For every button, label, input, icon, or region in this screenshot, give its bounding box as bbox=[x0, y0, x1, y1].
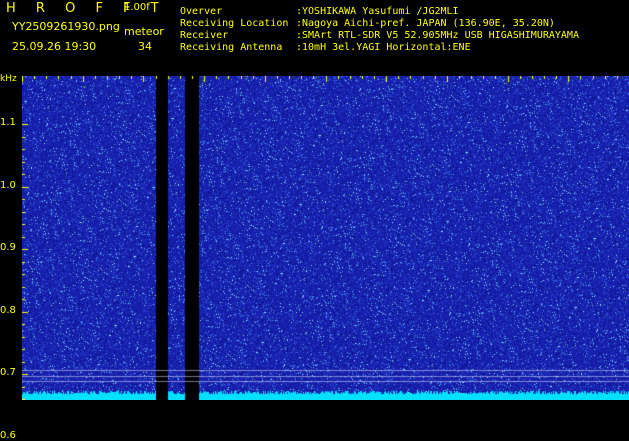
spectrogram-canvas bbox=[22, 76, 629, 400]
y-tick-label: 0.7 bbox=[0, 367, 16, 379]
app-version: 1.00f bbox=[124, 2, 150, 13]
date-time: 25.09.26 19:30 bbox=[12, 40, 97, 53]
y-tick-label: 1.0 bbox=[0, 179, 16, 191]
observer-label: Overver bbox=[180, 6, 223, 17]
observer-value: :YOSHIKAWA Yasufumi /JG2MLI bbox=[296, 6, 459, 17]
location-label: Receiving Location bbox=[180, 18, 289, 29]
y-tick-label: 1.1 bbox=[0, 117, 16, 128]
detection-mode-label: meteor bbox=[124, 25, 164, 38]
file-name: YY2509261930.png bbox=[12, 20, 120, 33]
y-axis-unit-label: kHz bbox=[0, 74, 17, 84]
detection-count: 34 bbox=[138, 40, 152, 53]
location-value: :Nagoya Aichi-pref. JAPAN (136.90E, 35.2… bbox=[296, 18, 555, 29]
y-tick-label: 0.8 bbox=[0, 304, 16, 316]
receiver-label: Receiver bbox=[180, 30, 229, 41]
receiver-value: :SMArt RTL-SDR V5 52.905MHz USB HIGASHIM… bbox=[296, 30, 579, 41]
y-tick-label: 0.6 bbox=[0, 430, 16, 441]
antenna-value: :10mH 3el.YAGI Horizontal:ENE bbox=[296, 42, 471, 53]
y-tick-label: 0.9 bbox=[0, 242, 16, 254]
antenna-label: Receiving Antenna bbox=[180, 42, 283, 53]
